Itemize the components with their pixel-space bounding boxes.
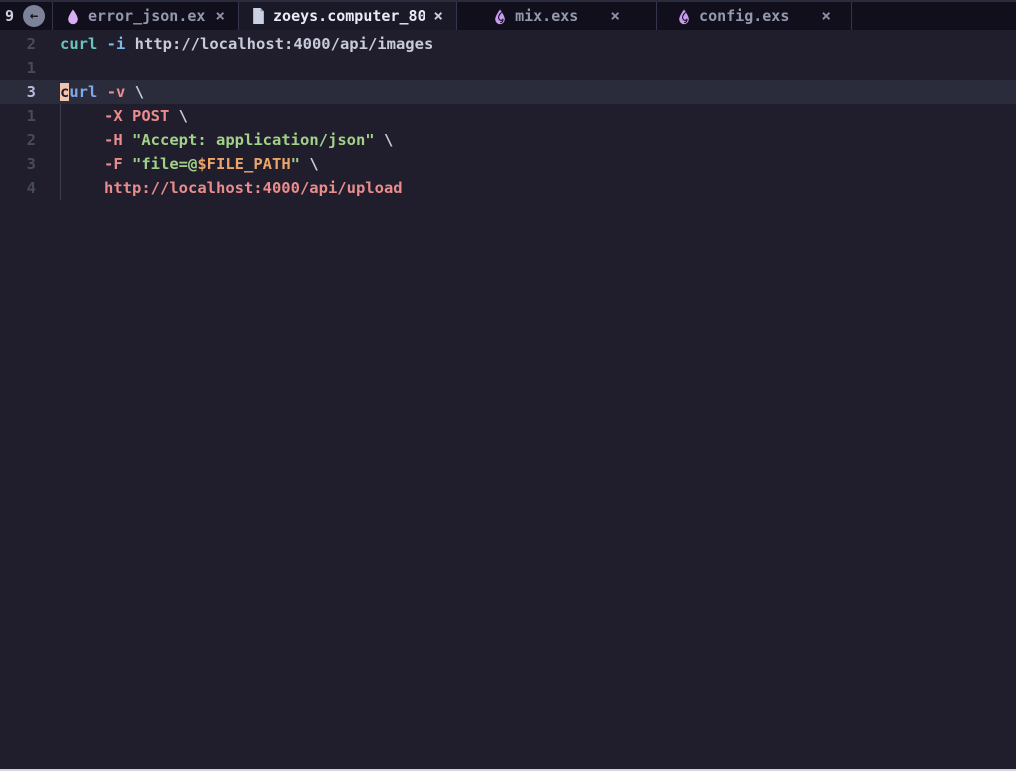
tab-mix-exs[interactable]: mix.exs × bbox=[457, 2, 657, 30]
close-icon[interactable]: × bbox=[433, 8, 443, 24]
indent-guide bbox=[60, 104, 104, 128]
code-token bbox=[97, 35, 106, 53]
line-number: 2 bbox=[0, 128, 36, 152]
tab-bar-empty-space bbox=[852, 2, 1016, 30]
indent-guide bbox=[60, 128, 104, 152]
code-line-text: -H "Accept: application/json" \ bbox=[60, 128, 393, 152]
line-number: 3 bbox=[0, 152, 36, 176]
code-token: "Accept: application/json" bbox=[132, 131, 375, 149]
code-token: \ bbox=[125, 83, 144, 101]
code-line[interactable]: 1 -X POST \ bbox=[0, 104, 1016, 128]
tab-bar-controls: 9 ← bbox=[0, 2, 52, 30]
code-token: \ bbox=[375, 131, 394, 149]
line-number: 3 bbox=[0, 80, 36, 104]
code-token: \ bbox=[169, 107, 188, 125]
code-line[interactable]: 4 http://localhost:4000/api/upload bbox=[0, 176, 1016, 200]
code-line[interactable]: 1 bbox=[0, 56, 1016, 80]
tab-label: zoeys.computer_80… bbox=[273, 7, 425, 25]
cursor: c bbox=[60, 83, 69, 101]
tab-config-exs[interactable]: config.exs × bbox=[657, 2, 852, 30]
elixir-drop-icon bbox=[677, 8, 691, 25]
code-line[interactable]: 3 -F "file=@$FILE_PATH" \ bbox=[0, 152, 1016, 176]
code-token: \ bbox=[300, 155, 319, 173]
code-token: -X POST bbox=[104, 107, 169, 125]
code-line-text: curl -v \ bbox=[60, 80, 144, 104]
line-number: 2 bbox=[0, 32, 36, 56]
line-number: 4 bbox=[0, 176, 36, 200]
close-icon[interactable]: × bbox=[821, 8, 831, 24]
line-number: 1 bbox=[0, 104, 36, 128]
code-token: -F bbox=[104, 155, 123, 173]
tab-label: error_json.ex bbox=[88, 7, 207, 25]
tab-error-json-ex[interactable]: error_json.ex × bbox=[52, 2, 239, 30]
line-number: 1 bbox=[0, 56, 36, 80]
code-line-text: -F "file=@$FILE_PATH" \ bbox=[60, 152, 319, 176]
code-line[interactable]: 2 curl -i http://localhost:4000/api/image… bbox=[0, 32, 1016, 56]
close-icon[interactable]: × bbox=[610, 8, 620, 24]
code-line[interactable]: 2 -H "Accept: application/json" \ bbox=[0, 128, 1016, 152]
code-token: http://localhost:4000/api/images bbox=[125, 35, 433, 53]
code-token: -i bbox=[107, 35, 126, 53]
back-button[interactable]: ← bbox=[23, 5, 45, 27]
code-line-text: -X POST \ bbox=[60, 104, 188, 128]
code-token: $FILE_PATH bbox=[197, 155, 290, 173]
code-token: http://localhost:4000/api/upload bbox=[104, 179, 403, 197]
code-line-text: http://localhost:4000/api/upload bbox=[60, 176, 403, 200]
code-line-text: curl -i http://localhost:4000/api/images bbox=[60, 32, 433, 56]
code-token: "file=@ bbox=[132, 155, 197, 173]
code-token bbox=[97, 83, 106, 101]
back-arrow-icon: ← bbox=[30, 8, 38, 24]
code-token bbox=[123, 155, 132, 173]
file-icon bbox=[252, 8, 265, 24]
tab-bar: 9 ← error_json.ex×zoeys.computer_80…×mix… bbox=[0, 2, 1016, 30]
tab-strip: error_json.ex×zoeys.computer_80…×mix.exs… bbox=[52, 2, 852, 30]
code-token: -H bbox=[104, 131, 123, 149]
code-token: curl bbox=[60, 35, 97, 53]
code-token bbox=[123, 131, 132, 149]
tab-label: config.exs bbox=[699, 7, 789, 25]
code-editor[interactable]: 2 curl -i http://localhost:4000/api/image… bbox=[0, 30, 1016, 771]
indent-guide bbox=[60, 152, 104, 176]
code-line-current[interactable]: 3 curl -v \ bbox=[0, 80, 1016, 104]
elixir-drop-icon bbox=[493, 8, 507, 25]
tab-zoeys-computer-80[interactable]: zoeys.computer_80… × bbox=[239, 2, 457, 30]
workspace-number: 9 bbox=[5, 7, 14, 25]
code-token: -v bbox=[107, 83, 126, 101]
code-token: url bbox=[69, 83, 97, 101]
tab-label: mix.exs bbox=[515, 7, 578, 25]
indent-guide bbox=[60, 176, 104, 200]
editor-window: 9 ← error_json.ex×zoeys.computer_80…×mix… bbox=[0, 0, 1016, 771]
close-icon[interactable]: × bbox=[215, 8, 225, 24]
code-token: " bbox=[291, 155, 300, 173]
droplet-icon bbox=[66, 8, 80, 25]
